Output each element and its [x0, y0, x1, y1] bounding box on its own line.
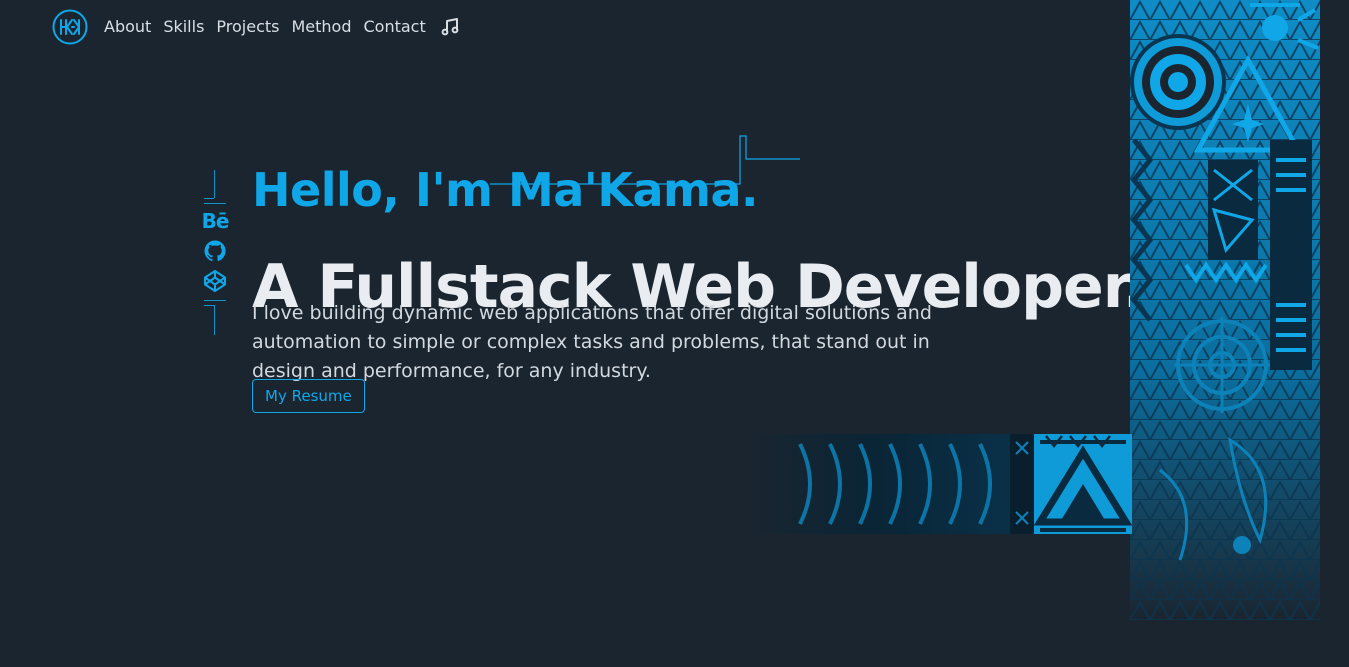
social-line-top	[214, 170, 215, 198]
social-tick	[204, 305, 214, 306]
behance-icon: Bē	[201, 209, 230, 233]
music-note-icon[interactable]	[440, 17, 460, 37]
github-link[interactable]	[200, 238, 230, 264]
social-tick	[204, 198, 214, 199]
social-links: Bē	[198, 170, 232, 338]
social-tick	[204, 300, 226, 301]
nav-link-projects[interactable]: Projects	[216, 8, 279, 46]
nav-link-skills[interactable]: Skills	[163, 8, 204, 46]
tribal-band-decoration	[740, 434, 1132, 534]
logo-icon[interactable]	[52, 9, 88, 45]
greeting: Hello, I'm Ma'Kama.	[252, 162, 759, 217]
nav-link-method[interactable]: Method	[291, 8, 351, 46]
nav-links: About Skills Projects Method Contact	[104, 8, 438, 46]
social-tick	[204, 203, 226, 204]
nav-link-about[interactable]: About	[104, 8, 151, 46]
behance-link[interactable]: Bē	[200, 208, 230, 234]
codepen-icon	[204, 270, 226, 292]
github-icon	[204, 240, 226, 262]
top-nav: About Skills Projects Method Contact	[52, 8, 460, 46]
nav-link-contact[interactable]: Contact	[364, 8, 426, 46]
page: About Skills Projects Method Contact Bē	[0, 0, 1349, 667]
intro-text: I love building dynamic web applications…	[252, 302, 932, 382]
tribal-art-decoration	[1130, 0, 1320, 620]
social-line-bottom	[214, 305, 215, 335]
resume-button[interactable]: My Resume	[252, 379, 365, 413]
codepen-link[interactable]	[200, 268, 230, 294]
